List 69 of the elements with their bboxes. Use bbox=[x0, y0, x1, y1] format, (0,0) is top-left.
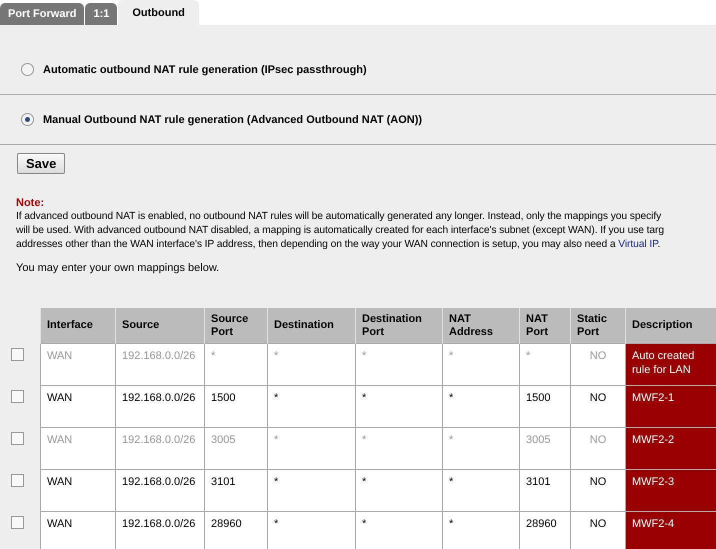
table-cell: * bbox=[268, 344, 356, 386]
virtual-ip-link[interactable]: Virtual IP bbox=[618, 239, 658, 250]
row-checkbox[interactable] bbox=[11, 390, 24, 403]
table-cell: * bbox=[356, 428, 442, 470]
tab[interactable]: 1:1 bbox=[85, 3, 118, 25]
table-cell: 192.168.0.0/26 bbox=[116, 470, 204, 512]
note-title: Note: bbox=[16, 196, 46, 210]
table-cell: 3101 bbox=[520, 470, 570, 512]
table-cell: * bbox=[268, 428, 356, 470]
column-header: Destination Port bbox=[356, 308, 442, 344]
table-cell: * bbox=[268, 386, 356, 428]
tab[interactable]: Outbound bbox=[118, 0, 199, 25]
column-header: Description bbox=[626, 308, 716, 344]
table-cell: * bbox=[442, 470, 520, 512]
column-header: Static Port bbox=[570, 308, 626, 344]
table-cell: * bbox=[442, 386, 520, 428]
table-cell: WAN bbox=[40, 386, 116, 428]
table-cell: 192.168.0.0/26 bbox=[116, 344, 204, 386]
row-checkbox[interactable] bbox=[11, 516, 24, 529]
table-cell: 28960 bbox=[204, 512, 268, 549]
table-cell: MWF2-2 bbox=[626, 428, 716, 470]
table-cell: WAN bbox=[40, 470, 116, 512]
radio-label: Automatic outbound NAT rule generation (IPsec passthrough) bbox=[43, 64, 367, 76]
table-cell: 3101 bbox=[204, 470, 268, 512]
table-cell: NO bbox=[570, 470, 626, 512]
radio-button[interactable] bbox=[21, 63, 34, 76]
table-cell: NO bbox=[570, 386, 626, 428]
table-cell: MWF2-1 bbox=[626, 386, 716, 428]
table-cell: * bbox=[356, 512, 442, 549]
column-header: NAT Address bbox=[442, 308, 520, 344]
table-cell: 192.168.0.0/26 bbox=[116, 386, 204, 428]
table-cell: * bbox=[520, 344, 570, 386]
table-cell: NO bbox=[570, 428, 626, 470]
table-cell: * bbox=[442, 344, 520, 386]
tab[interactable]: Port Forward bbox=[0, 3, 84, 25]
table-cell: * bbox=[268, 512, 356, 549]
table-cell: WAN bbox=[40, 512, 116, 549]
table-cell: NO bbox=[570, 344, 626, 386]
table-cell: WAN bbox=[40, 344, 116, 386]
table-cell: 192.168.0.0/26 bbox=[116, 512, 204, 549]
note-text: If advanced outbound NAT is enabled, no outbound NAT rules will be automatically generated any longer. Instead, only the mappings you specify will be used. With advanced outbound NAT disabled, a mapping is automatically created for each interface's subnet (except WAN). If you use targ addresses other than the WAN interface's IP address, then depending on the way your WAN connection is setup, you may also need a Virtual IP. bbox=[16, 210, 665, 252]
row-checkbox[interactable] bbox=[11, 474, 24, 487]
table-cell: MWF2-3 bbox=[626, 470, 716, 512]
table-cell: 1500 bbox=[204, 386, 268, 428]
table-cell: * bbox=[356, 386, 442, 428]
radio-button[interactable] bbox=[21, 113, 34, 126]
intro-text: You may enter your own mappings below. bbox=[15, 261, 220, 274]
table-cell: 3005 bbox=[520, 428, 570, 470]
table-cell: 192.168.0.0/26 bbox=[116, 428, 204, 470]
table-cell: * bbox=[356, 344, 442, 386]
table-cell: 1500 bbox=[520, 386, 570, 428]
table-cell: * bbox=[442, 428, 520, 470]
column-header: Source Port bbox=[204, 308, 268, 344]
table-cell: * bbox=[268, 470, 356, 512]
table-cell: * bbox=[204, 344, 268, 386]
table-cell: Auto created rule for LAN bbox=[626, 344, 716, 386]
table-cell: NO bbox=[570, 512, 626, 549]
column-header: Destination bbox=[268, 308, 356, 344]
table-cell: 28960 bbox=[520, 512, 570, 549]
column-header: Interface bbox=[40, 308, 116, 344]
table-cell: * bbox=[442, 512, 520, 549]
table-cell: 3005 bbox=[204, 428, 268, 470]
table-cell: MWF2-4 bbox=[626, 512, 716, 549]
radio-label: Manual Outbound NAT rule generation (Advanced Outbound NAT (AON)) bbox=[43, 114, 422, 126]
table-cell: WAN bbox=[40, 428, 116, 470]
table-cell: * bbox=[356, 470, 442, 512]
column-header: NAT Port bbox=[520, 308, 570, 344]
column-header: Source bbox=[116, 308, 204, 344]
save-button[interactable]: Save bbox=[17, 153, 66, 174]
